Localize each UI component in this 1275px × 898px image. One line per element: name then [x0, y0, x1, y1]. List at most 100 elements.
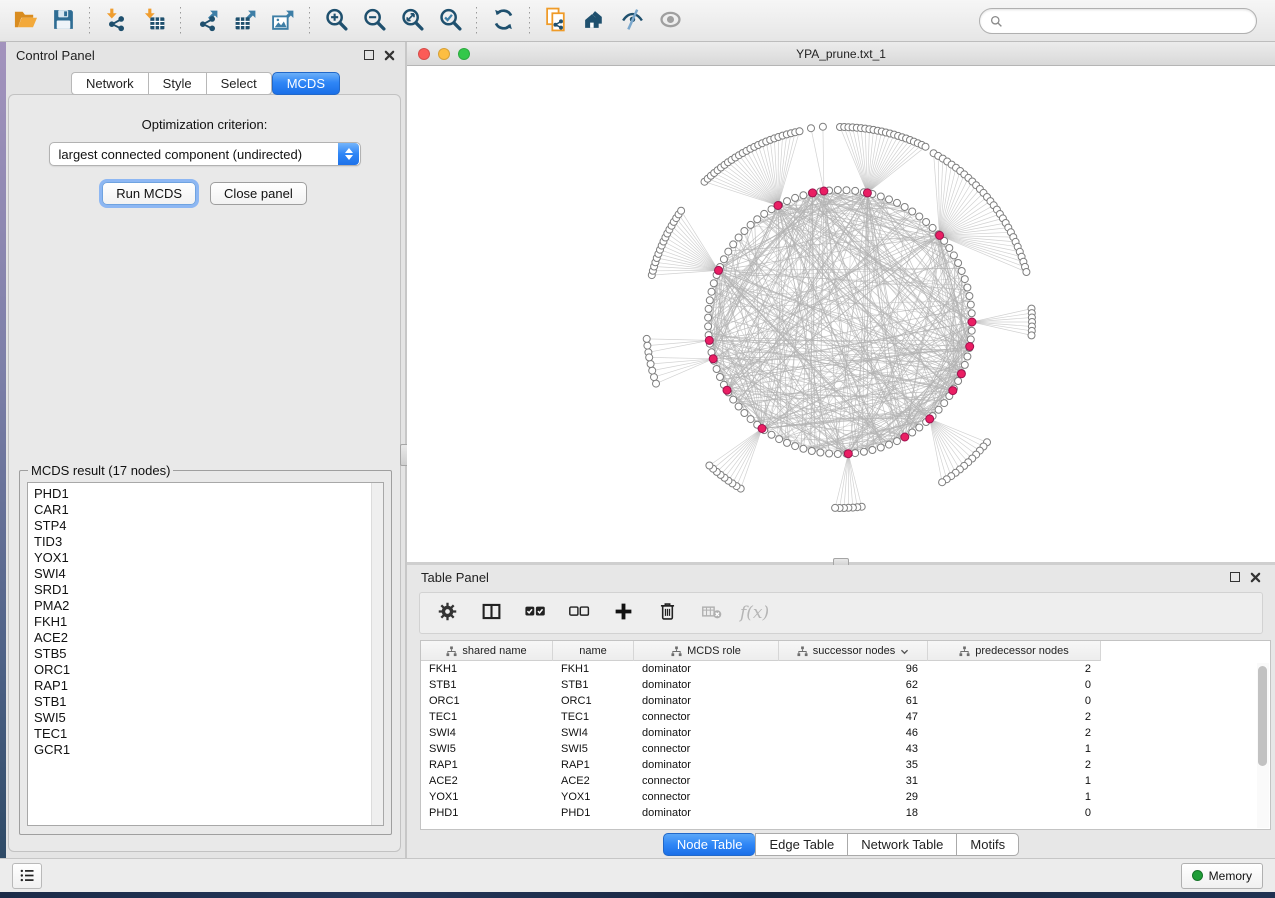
table-cell-name[interactable]: RAP1	[553, 757, 634, 773]
table-cell-shared-name[interactable]: SWI5	[421, 741, 553, 757]
search-box[interactable]	[979, 8, 1257, 34]
zoom-out-button[interactable]	[355, 4, 393, 38]
table-scrollbar[interactable]	[1257, 663, 1269, 828]
tab-network-table[interactable]: Network Table	[847, 833, 956, 856]
table-cell-shared-name[interactable]: RAP1	[421, 757, 553, 773]
table-cell-successor-nodes[interactable]: 46	[779, 725, 928, 741]
table-cell-shared-name[interactable]: ACE2	[421, 773, 553, 789]
first-neighbors-button[interactable]	[575, 4, 613, 38]
table-cell-successor-nodes[interactable]: 31	[779, 773, 928, 789]
table-cell-shared-name[interactable]: TEC1	[421, 709, 553, 725]
table-cell-name[interactable]: ACE2	[553, 773, 634, 789]
mcds-result-node[interactable]: TID3	[34, 534, 383, 550]
export-network-button[interactable]	[188, 4, 226, 38]
table-cell-shared-name[interactable]: FKH1	[421, 661, 553, 677]
export-table-button[interactable]	[226, 4, 264, 38]
export-image-button[interactable]	[264, 4, 302, 38]
add-row-button[interactable]	[608, 598, 638, 628]
mcds-result-node[interactable]: ORC1	[34, 662, 383, 678]
table-row[interactable]: SWI5SWI5connector431	[421, 741, 1270, 757]
table-cell-name[interactable]: YOX1	[553, 789, 634, 805]
mcds-result-node[interactable]: FKH1	[34, 614, 383, 630]
search-input[interactable]	[1009, 14, 1246, 28]
mcds-result-node[interactable]: STB5	[34, 646, 383, 662]
mcds-result-node[interactable]: PHD1	[34, 486, 383, 502]
task-history-button[interactable]	[12, 863, 42, 889]
table-cell-predecessor-nodes[interactable]: 2	[928, 757, 1101, 773]
hide-selected-button[interactable]	[613, 4, 651, 38]
table-cell-predecessor-nodes[interactable]: 2	[928, 725, 1101, 741]
mcds-result-node[interactable]: CAR1	[34, 502, 383, 518]
table-cell-name[interactable]: FKH1	[553, 661, 634, 677]
table-cell-successor-nodes[interactable]: 18	[779, 805, 928, 821]
table-cell-successor-nodes[interactable]: 61	[779, 693, 928, 709]
table-cell-MCDS-role[interactable]: connector	[634, 709, 779, 725]
table-row[interactable]: RAP1RAP1dominator352	[421, 757, 1270, 773]
mcds-result-scrollbar[interactable]	[371, 483, 383, 825]
table-cell-MCDS-role[interactable]: dominator	[634, 757, 779, 773]
mcds-result-node[interactable]: SRD1	[34, 582, 383, 598]
table-cell-shared-name[interactable]: PHD1	[421, 805, 553, 821]
open-file-button[interactable]	[6, 4, 44, 38]
tab-node-table[interactable]: Node Table	[663, 833, 756, 856]
table-row[interactable]: STB1STB1dominator620	[421, 677, 1270, 693]
table-cell-predecessor-nodes[interactable]: 1	[928, 741, 1101, 757]
table-row[interactable]: FKH1FKH1dominator962	[421, 661, 1270, 677]
minimize-window-traffic-light[interactable]	[438, 48, 450, 60]
table-cell-predecessor-nodes[interactable]: 0	[928, 677, 1101, 693]
table-cell-successor-nodes[interactable]: 62	[779, 677, 928, 693]
refresh-button[interactable]	[484, 4, 522, 38]
table-cell-MCDS-role[interactable]: connector	[634, 789, 779, 805]
mcds-result-node[interactable]: GCR1	[34, 742, 383, 758]
unselect-all-button[interactable]	[564, 598, 594, 628]
mcds-result-node[interactable]: SWI5	[34, 710, 383, 726]
table-cell-shared-name[interactable]: SWI4	[421, 725, 553, 741]
close-window-traffic-light[interactable]	[418, 48, 430, 60]
mcds-result-node[interactable]: STP4	[34, 518, 383, 534]
mcds-result-node[interactable]: YOX1	[34, 550, 383, 566]
memory-button[interactable]: Memory	[1181, 863, 1263, 889]
table-cell-MCDS-role[interactable]: dominator	[634, 725, 779, 741]
column-header-predecessor-nodes[interactable]: predecessor nodes	[928, 641, 1101, 661]
mcds-result-node[interactable]: ACE2	[34, 630, 383, 646]
column-header-MCDS-role[interactable]: MCDS role	[634, 641, 779, 661]
table-cell-predecessor-nodes[interactable]: 1	[928, 773, 1101, 789]
column-header-name[interactable]: name	[553, 641, 634, 661]
show-column-button[interactable]	[476, 598, 506, 628]
import-table-button[interactable]	[135, 4, 173, 38]
table-cell-predecessor-nodes[interactable]: 2	[928, 661, 1101, 677]
mcds-result-node[interactable]: SWI4	[34, 566, 383, 582]
table-cell-shared-name[interactable]: STB1	[421, 677, 553, 693]
table-row[interactable]: ORC1ORC1dominator610	[421, 693, 1270, 709]
settings-gear-button[interactable]	[432, 598, 462, 628]
network-canvas[interactable]	[407, 66, 1275, 562]
clone-network-button[interactable]	[537, 4, 575, 38]
maximize-window-traffic-light[interactable]	[458, 48, 470, 60]
table-cell-predecessor-nodes[interactable]: 1	[928, 789, 1101, 805]
table-cell-name[interactable]: PHD1	[553, 805, 634, 821]
tab-mcds[interactable]: MCDS	[272, 72, 340, 95]
table-cell-successor-nodes[interactable]: 43	[779, 741, 928, 757]
network-graph[interactable]	[407, 66, 1275, 562]
table-cell-MCDS-role[interactable]: connector	[634, 741, 779, 757]
zoom-selected-button[interactable]	[431, 4, 469, 38]
float-panel-icon[interactable]	[364, 50, 374, 60]
table-cell-name[interactable]: SWI4	[553, 725, 634, 741]
save-session-button[interactable]	[44, 4, 82, 38]
table-cell-successor-nodes[interactable]: 47	[779, 709, 928, 725]
column-header-successor-nodes[interactable]: successor nodes	[779, 641, 928, 661]
zoom-fit-button[interactable]	[393, 4, 431, 38]
mcds-result-node[interactable]: RAP1	[34, 678, 383, 694]
optimization-criterion-select[interactable]: largest connected component (undirected)	[49, 142, 361, 166]
table-cell-predecessor-nodes[interactable]: 0	[928, 693, 1101, 709]
table-cell-MCDS-role[interactable]: dominator	[634, 677, 779, 693]
delete-row-button[interactable]	[652, 598, 682, 628]
tab-style[interactable]: Style	[148, 72, 206, 95]
mcds-result-node[interactable]: STB1	[34, 694, 383, 710]
table-cell-successor-nodes[interactable]: 35	[779, 757, 928, 773]
table-cell-name[interactable]: TEC1	[553, 709, 634, 725]
close-panel-icon[interactable]	[384, 50, 395, 61]
table-row[interactable]: TEC1TEC1connector472	[421, 709, 1270, 725]
table-cell-successor-nodes[interactable]: 96	[779, 661, 928, 677]
tab-select[interactable]: Select	[206, 72, 272, 95]
